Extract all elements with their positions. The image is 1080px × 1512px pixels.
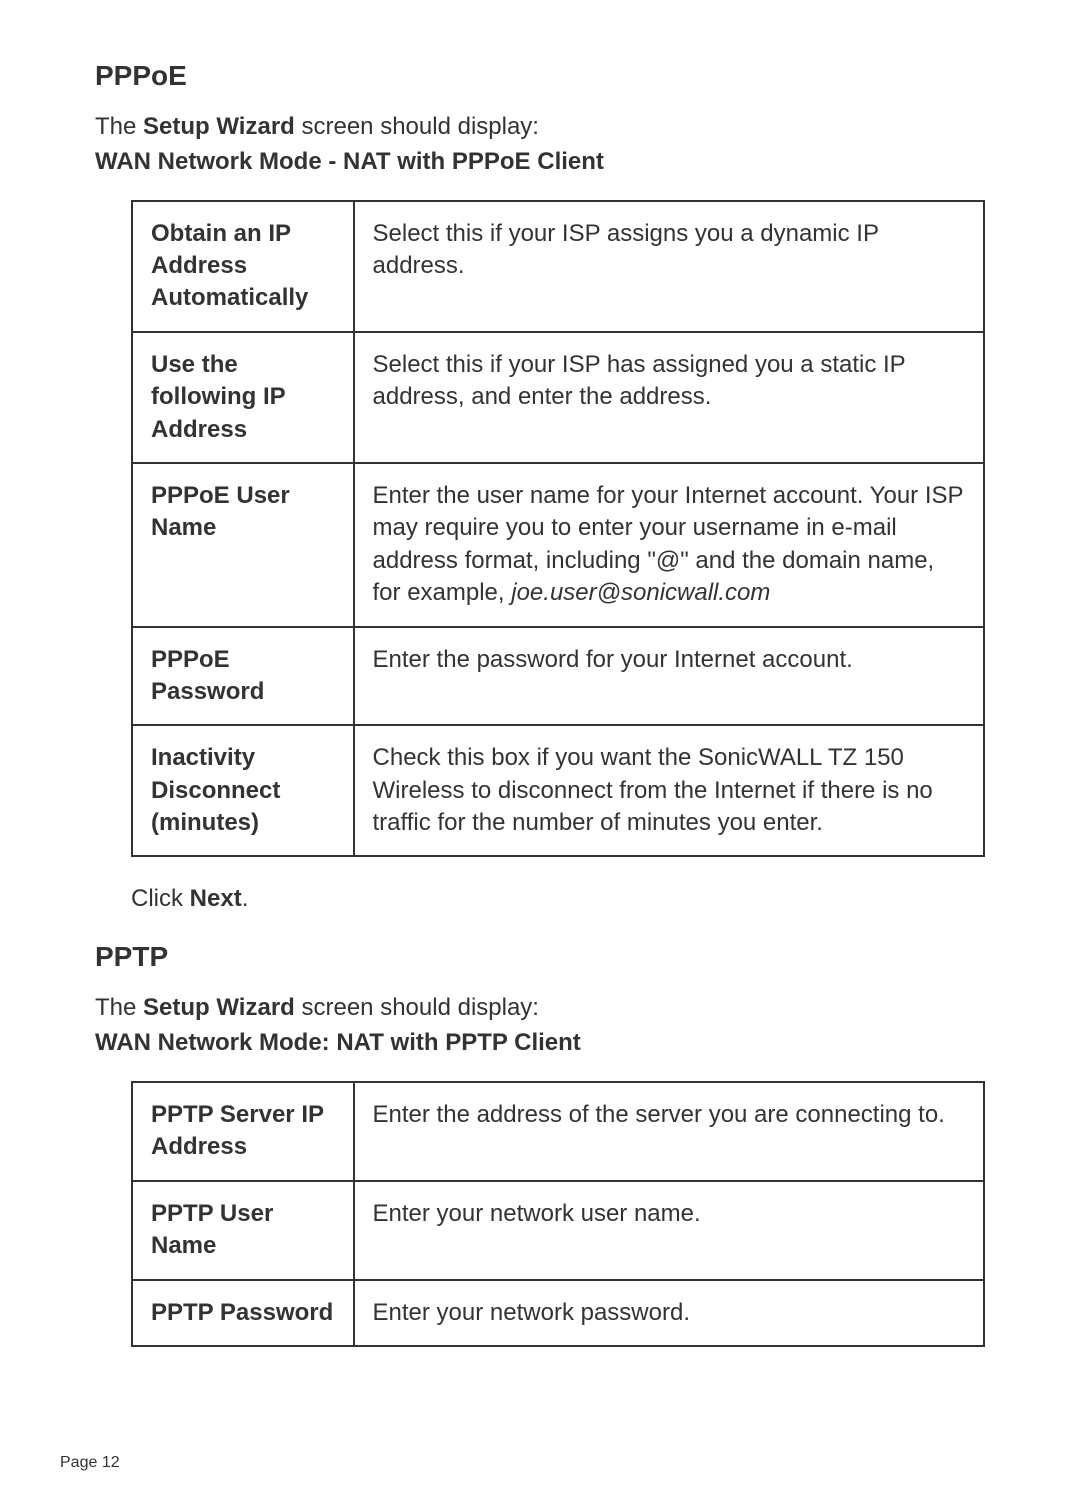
pppoe-row-desc-italic: joe.user@sonicwall.com <box>511 579 770 606</box>
pptp-section: PPTP The Setup Wizard screen should disp… <box>95 941 985 1347</box>
table-row: Obtain an IP Address Automatically Selec… <box>132 201 984 332</box>
pppoe-row-desc: Select this if your ISP has assigned you… <box>354 332 984 463</box>
pppoe-row-desc: Enter the password for your Internet acc… <box>354 627 984 726</box>
pptp-row-label: PPTP Server IP Address <box>132 1082 354 1181</box>
click-bold: Next <box>190 885 242 912</box>
pptp-row-label: PPTP User Name <box>132 1181 354 1280</box>
pppoe-click-next: Click Next. <box>131 885 985 913</box>
pptp-title: PPTP <box>95 941 985 973</box>
click-suffix: . <box>242 885 249 912</box>
pptp-row-label: PPTP Password <box>132 1280 354 1346</box>
pptp-intro: The Setup Wizard screen should display: <box>95 991 985 1025</box>
pptp-intro-bold: Setup Wizard <box>143 994 295 1021</box>
pppoe-intro-bold: Setup Wizard <box>143 113 295 140</box>
pptp-row-desc: Enter the address of the server you are … <box>354 1082 984 1181</box>
pppoe-row-label: Inactivity Disconnect (minutes) <box>132 725 354 856</box>
page-number: Page 12 <box>60 1454 120 1472</box>
pppoe-intro-prefix: The <box>95 113 143 140</box>
click-prefix: Click <box>131 885 190 912</box>
pppoe-row-label: Use the following IP Address <box>132 332 354 463</box>
table-row: PPTP User Name Enter your network user n… <box>132 1181 984 1280</box>
pppoe-subtitle: WAN Network Mode - NAT with PPPoE Client <box>95 148 985 176</box>
table-row: PPTP Server IP Address Enter the address… <box>132 1082 984 1181</box>
table-row: Use the following IP Address Select this… <box>132 332 984 463</box>
table-row: Inactivity Disconnect (minutes) Check th… <box>132 725 984 856</box>
pppoe-row-desc: Select this if your ISP assigns you a dy… <box>354 201 984 332</box>
pppoe-row-label: PPPoE Password <box>132 627 354 726</box>
pppoe-title: PPPoE <box>95 60 985 92</box>
pppoe-section: PPPoE The Setup Wizard screen should dis… <box>95 60 985 913</box>
table-row: PPPoE User Name Enter the user name for … <box>132 463 984 627</box>
pptp-intro-prefix: The <box>95 994 143 1021</box>
pptp-table: PPTP Server IP Address Enter the address… <box>131 1081 985 1347</box>
pptp-subtitle: WAN Network Mode: NAT with PPTP Client <box>95 1029 985 1057</box>
pptp-intro-suffix: screen should display: <box>295 994 539 1021</box>
pppoe-row-label: Obtain an IP Address Automatically <box>132 201 354 332</box>
pppoe-row-label: PPPoE User Name <box>132 463 354 627</box>
pptp-row-desc: Enter your network user name. <box>354 1181 984 1280</box>
pppoe-intro: The Setup Wizard screen should display: <box>95 110 985 144</box>
table-row: PPTP Password Enter your network passwor… <box>132 1280 984 1346</box>
table-row: PPPoE Password Enter the password for yo… <box>132 627 984 726</box>
pppoe-intro-suffix: screen should display: <box>295 113 539 140</box>
pppoe-row-desc: Enter the user name for your Internet ac… <box>354 463 984 627</box>
pptp-row-desc: Enter your network password. <box>354 1280 984 1346</box>
pppoe-table: Obtain an IP Address Automatically Selec… <box>131 200 985 858</box>
pppoe-row-desc: Check this box if you want the SonicWALL… <box>354 725 984 856</box>
